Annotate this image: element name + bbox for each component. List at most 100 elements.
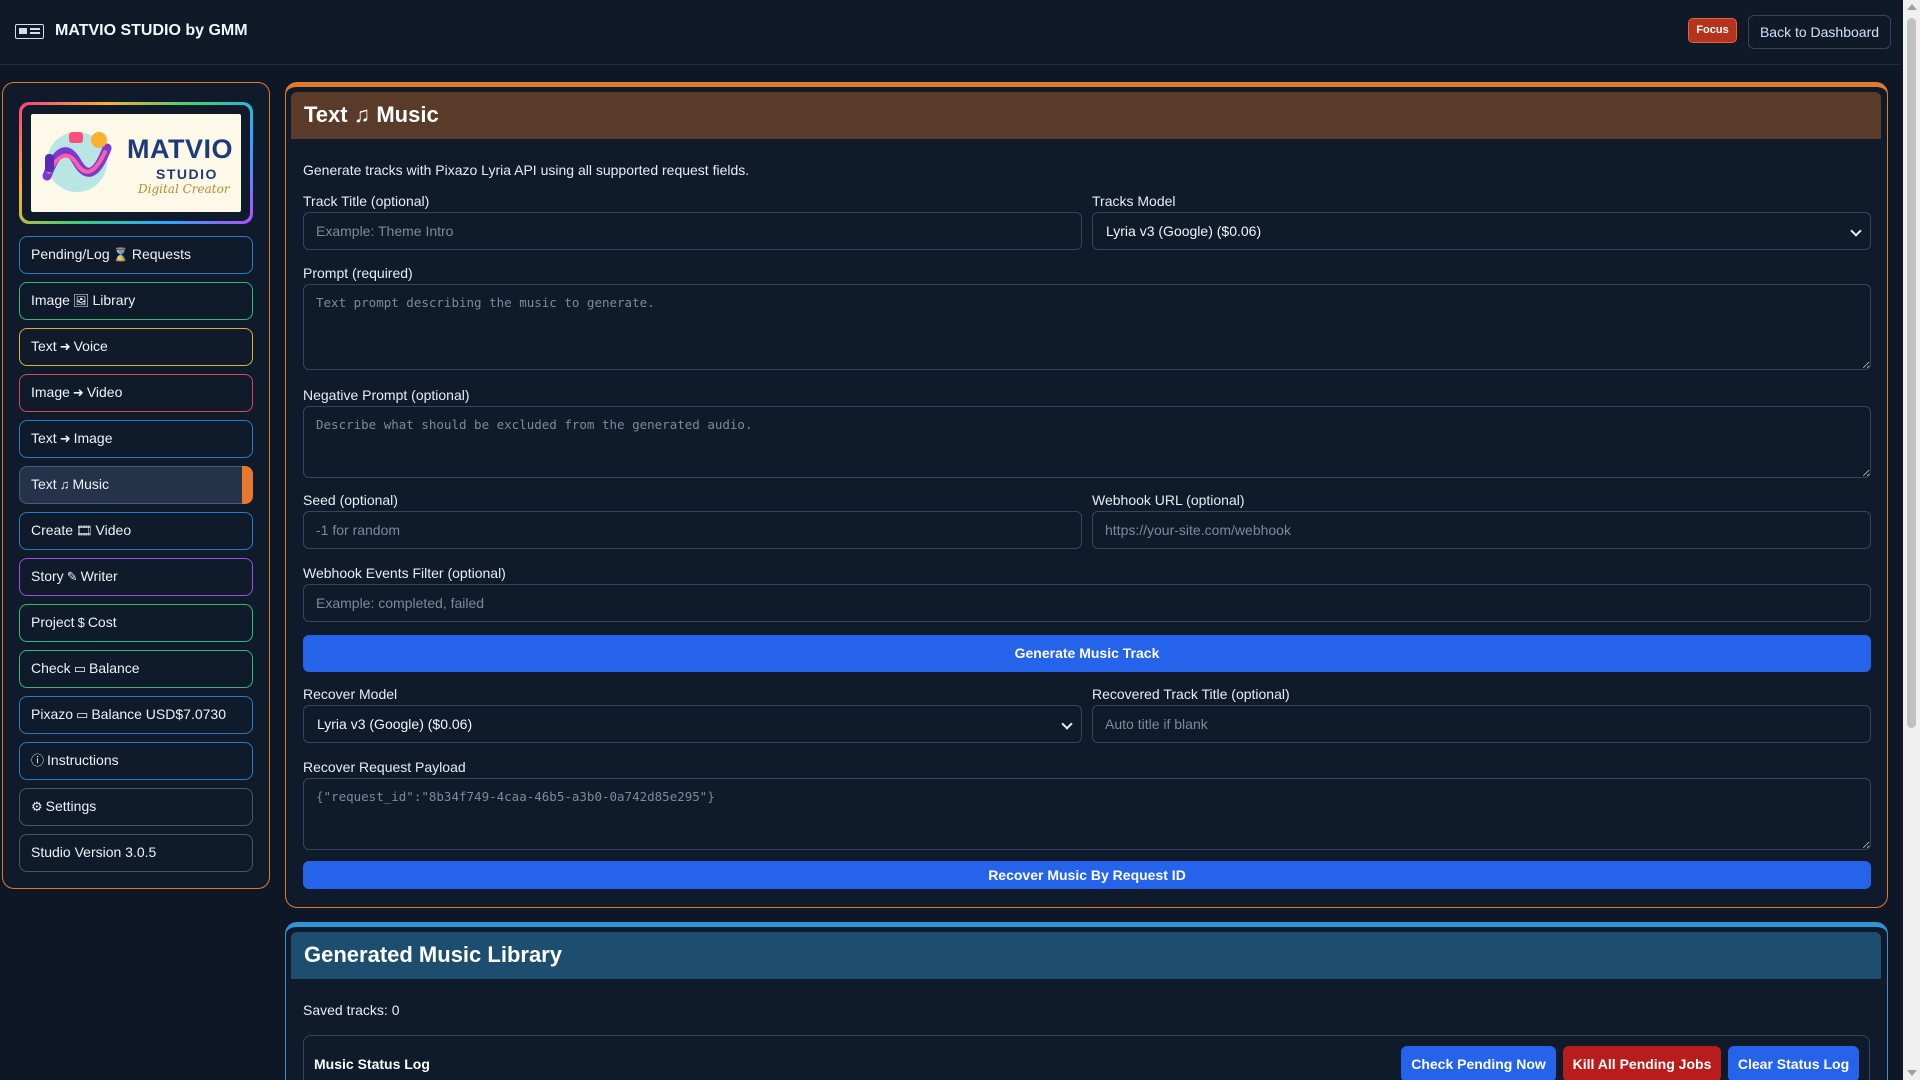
focus-badge[interactable]: Focus	[1688, 18, 1737, 43]
wallet-icon: ▭	[73, 661, 86, 676]
sidebar-item-label: Story	[31, 568, 64, 584]
top-bar: MATVIO STUDIO by GMM Focus Back to Dashb…	[0, 0, 1900, 65]
recover-model-value: Lyria v3 (Google) ($0.06)	[317, 716, 473, 732]
panel-title-text: Text	[304, 102, 348, 127]
prompt-textarea[interactable]	[303, 284, 1871, 370]
recover-model-select[interactable]: Lyria v3 (Google) ($0.06)	[303, 705, 1082, 743]
sidebar-item-image-library[interactable]: Image 🖼 Library	[19, 282, 253, 320]
pencil-square-icon: ✎	[66, 569, 78, 584]
logo-text-studio: STUDIO	[156, 166, 218, 182]
sidebar-item-project-cost[interactable]: Project $ Cost	[19, 604, 253, 642]
generate-music-button[interactable]: Generate Music Track	[303, 635, 1871, 672]
arrow-circle-icon: ➜	[59, 339, 71, 354]
music-status-log: Music Status Log Check Pending Now Kill …	[303, 1035, 1870, 1080]
tracks-model-label: Tracks Model	[1092, 193, 1176, 209]
text-music-panel: Text ♫ Music Generate tracks with Pixazo…	[285, 82, 1888, 908]
sidebar-item-label: Requests	[131, 246, 191, 262]
sidebar-item-label: Settings	[45, 798, 97, 814]
app-title: MATVIO STUDIO by GMM	[55, 22, 248, 39]
dollar-icon: $	[77, 615, 85, 630]
webhook-events-label: Webhook Events Filter (optional)	[303, 565, 506, 581]
webhook-events-input[interactable]	[303, 584, 1871, 622]
scroll-thumb[interactable]	[1907, 18, 1916, 728]
sidebar-item-label: Text	[31, 338, 57, 354]
info-icon: ⓘ	[31, 753, 45, 768]
sidebar-item-settings[interactable]: ⚙ Settings	[19, 788, 253, 826]
panel-header: Generated Music Library	[291, 932, 1881, 979]
logo-text-matvio: MATVIO	[127, 134, 233, 164]
sidebar-item-label: Video	[86, 384, 123, 400]
panel-title: Text ♫ Music	[304, 102, 439, 128]
negative-prompt-label: Negative Prompt (optional)	[303, 387, 470, 403]
track-title-label: Track Title (optional)	[303, 193, 430, 209]
sidebar-item-label: Image	[31, 292, 70, 308]
sidebar-item-label: Video	[95, 522, 132, 538]
library-title: Generated Music Library	[304, 942, 562, 967]
check-pending-button[interactable]: Check Pending Now	[1401, 1046, 1556, 1080]
sidebar-item-label: Music	[72, 476, 109, 492]
sidebar-item-text-music[interactable]: Text ♫ Music	[19, 466, 253, 504]
sidebar: MATVIO STUDIO Digital Creator Pending/Lo…	[2, 82, 270, 889]
recover-payload-textarea[interactable]	[303, 778, 1871, 850]
sidebar-item-label: Pending/Log	[31, 246, 110, 262]
webhook-url-label: Webhook URL (optional)	[1092, 492, 1245, 508]
sidebar-item-text-image[interactable]: Text ➜ Image	[19, 420, 253, 458]
sidebar-item-create-video[interactable]: Create 🎞 Video	[19, 512, 253, 550]
scroll-down-arrow-icon[interactable]	[1907, 1070, 1917, 1076]
panel-header: Text ♫ Music	[291, 92, 1881, 139]
gear-icon: ⚙	[31, 799, 43, 814]
prompt-label: Prompt (required)	[303, 265, 413, 281]
sidebar-item-pending-log-requests[interactable]: Pending/Log ⌛ Requests	[19, 236, 253, 274]
recover-music-button[interactable]: Recover Music By Request ID	[303, 861, 1871, 889]
sidebar-item-pixazo-balance[interactable]: Pixazo ▭ Balance USD$7.0730	[19, 696, 253, 734]
sidebar-item-label: Pixazo	[31, 706, 74, 722]
status-log-title: Music Status Log	[314, 1056, 430, 1072]
webhook-url-input[interactable]	[1092, 511, 1871, 549]
logo-text-tagline: Digital Creator	[138, 182, 230, 196]
sidebar-item-label: Image	[73, 430, 113, 446]
track-title-input[interactable]	[303, 212, 1082, 250]
tracks-model-select[interactable]: Lyria v3 (Google) ($0.06)	[1092, 212, 1871, 250]
panel-title-text: Music	[376, 102, 439, 127]
sidebar-item-label: Voice	[73, 338, 108, 354]
sidebar-item-story-writer[interactable]: Story ✎ Writer	[19, 558, 253, 596]
clear-status-log-button[interactable]: Clear Status Log	[1728, 1046, 1859, 1080]
hourglass-icon: ⌛	[112, 247, 129, 262]
sidebar-item-label: Create	[31, 522, 74, 538]
wallet-icon: ▭	[76, 707, 89, 722]
brand-logo: MATVIO STUDIO Digital Creator	[31, 114, 241, 212]
recovered-title-input[interactable]	[1092, 705, 1871, 743]
arrow-circle-icon: ➜	[72, 385, 84, 400]
sidebar-item-label: Text	[31, 430, 57, 446]
seed-input[interactable]	[303, 511, 1082, 549]
sidebar-item-instructions[interactable]: ⓘ Instructions	[19, 742, 253, 780]
sidebar-item-label: Writer	[80, 568, 118, 584]
music-list-icon: ♫	[59, 477, 70, 492]
recovered-title-label: Recovered Track Title (optional)	[1092, 686, 1290, 702]
sidebar-item-label: Library	[92, 292, 136, 308]
chevron-down-icon	[1850, 225, 1862, 237]
page-scrollbar[interactable]	[1903, 0, 1920, 1080]
sidebar-item-label: Balance USD$7.0730	[91, 706, 226, 722]
sidebar-item-image-video[interactable]: Image ➜ Video	[19, 374, 253, 412]
kill-pending-jobs-button[interactable]: Kill All Pending Jobs	[1563, 1046, 1721, 1080]
recover-payload-label: Recover Request Payload	[303, 759, 466, 775]
sidebar-item-label: Cost	[87, 614, 117, 630]
sidebar-item-studio-version: Studio Version 3.0.5	[19, 834, 253, 872]
sidebar-item-label: Balance	[88, 660, 140, 676]
studio-logo-icon	[15, 24, 44, 39]
sidebar-item-label: Text	[31, 476, 57, 492]
negative-prompt-textarea[interactable]	[303, 406, 1871, 478]
sidebar-item-check-balance[interactable]: Check ▭ Balance	[19, 650, 253, 688]
scroll-up-arrow-icon[interactable]	[1907, 4, 1917, 10]
logo-graphic-icon	[42, 132, 112, 192]
back-to-dashboard-button[interactable]: Back to Dashboard	[1748, 15, 1891, 49]
sidebar-item-label: Project	[31, 614, 75, 630]
chevron-down-icon	[1061, 718, 1073, 730]
image-frame-icon: 🖼	[72, 293, 90, 308]
brand-logo-frame: MATVIO STUDIO Digital Creator	[19, 102, 253, 224]
panel-description: Generate tracks with Pixazo Lyria API us…	[303, 162, 750, 178]
sidebar-item-label: Check	[31, 660, 71, 676]
sidebar-item-text-voice[interactable]: Text ➜ Voice	[19, 328, 253, 366]
sidebar-item-label: Image	[31, 384, 70, 400]
